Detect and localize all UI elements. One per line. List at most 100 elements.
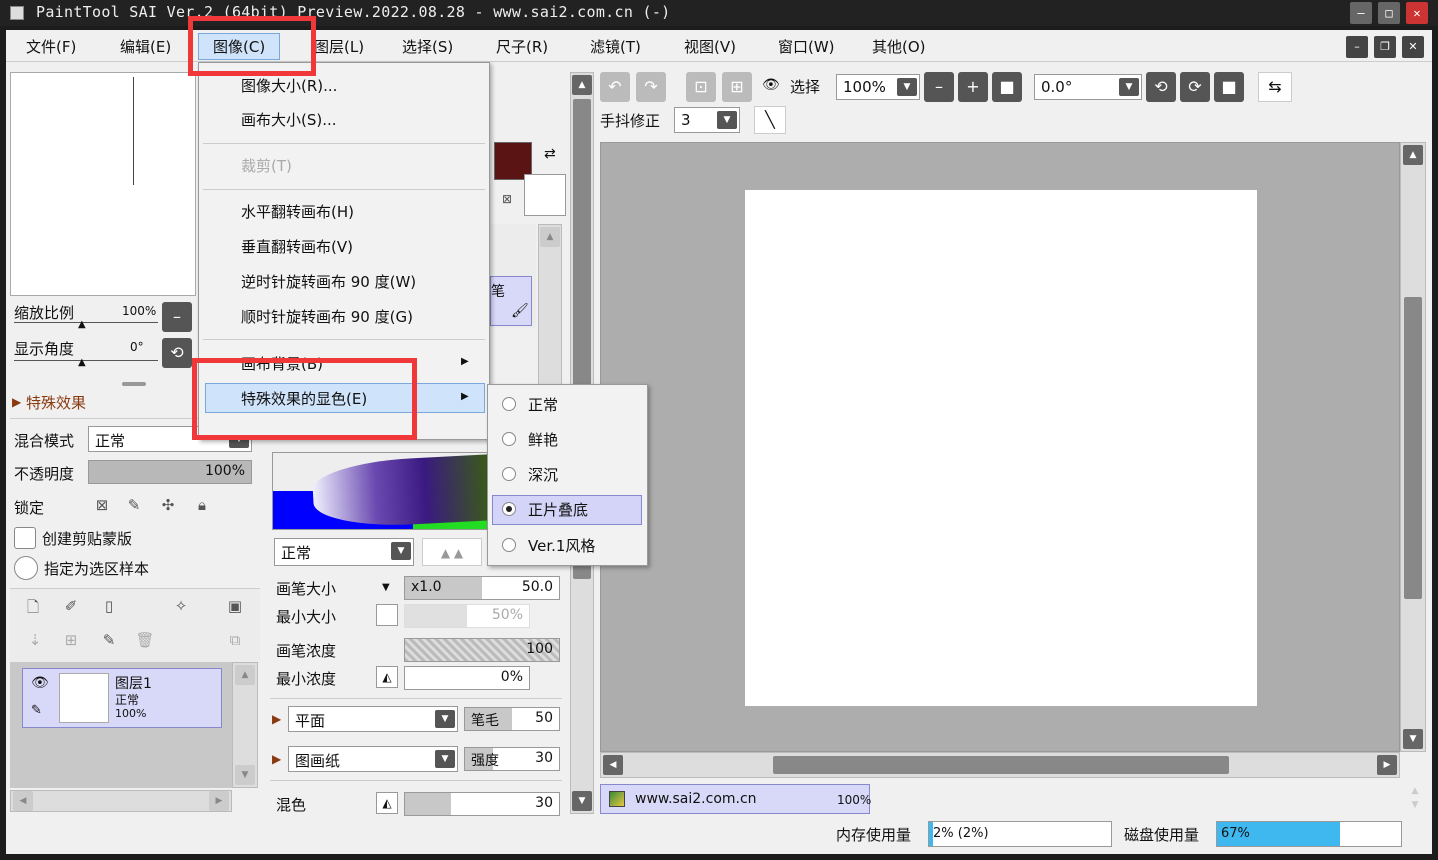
sample-radio[interactable] [14,556,38,580]
close-button[interactable]: ✕ [1406,2,1428,24]
mdi-minimize-button[interactable]: – [1346,36,1368,58]
lock-move-icon[interactable]: ✣ [154,496,182,514]
maximize-button[interactable]: □ [1378,2,1400,24]
new-linework-icon[interactable]: ✐ [60,597,82,615]
option-normal[interactable]: 正常 [528,394,558,415]
rotate-reset-button[interactable]: ■ [1214,72,1244,102]
zoom-select[interactable]: 100% ▼ [836,74,920,100]
scroll-left-button[interactable]: ◀ [13,791,33,811]
zoom-reset-button[interactable]: ■ [992,72,1022,102]
menu-window[interactable]: 窗口(W) [774,36,839,57]
menu-edit[interactable]: 编辑(E) [116,36,175,57]
pressure-icon[interactable]: ◭ [376,792,398,814]
clear-layer-icon[interactable]: ✎ [98,631,120,649]
scroll-up-button[interactable]: ▲ [572,75,592,95]
secondary-color-swatch[interactable] [524,174,566,216]
scroll-thumb[interactable] [1404,297,1422,599]
transparent-color-icon[interactable]: ⊠ [496,192,518,206]
selected-tool[interactable]: 笔 🖌︎ [490,276,532,326]
chevron-down-icon[interactable]: ▼ [382,582,390,593]
canvas-page[interactable] [745,190,1257,706]
invert-selection-button[interactable]: ⊞ [722,72,752,102]
menu-view[interactable]: 视图(V) [680,36,740,57]
color-mix-slider[interactable]: 30 [404,792,560,816]
angle-select[interactable]: 0.0° ▼ [1034,74,1142,100]
zoom-out-button[interactable]: – [162,302,192,332]
pressure-icon[interactable]: ◭ [376,666,398,688]
radio-vivid[interactable] [502,432,516,446]
option-ver1[interactable]: Ver.1风格 [528,535,595,556]
scroll-right-button[interactable]: ▶ [1377,755,1397,775]
min-size-slider[interactable]: 50% [404,604,530,628]
scroll-down-button[interactable]: ▼ [1403,729,1423,749]
menu-item-rotate-cw[interactable]: 顺时针旋转画布 90 度(G) [241,306,413,327]
undo-button[interactable]: ↶ [600,72,630,102]
new-layer-icon[interactable]: 🗋︎ [22,597,44,622]
radio-multiply[interactable] [502,502,516,516]
menu-item-flip-horizontal[interactable]: 水平翻转画布(H) [241,201,354,222]
mdi-close-button[interactable]: ✕ [1402,36,1424,58]
swap-colors-icon[interactable]: ⇄ [544,146,556,162]
redo-button[interactable]: ↷ [636,72,666,102]
menu-filter[interactable]: 滤镜(T) [586,36,645,57]
clip-checkbox[interactable] [14,527,36,549]
texture-select[interactable]: 图画纸 ▼ [288,746,458,772]
layer-effect-icon[interactable]: ✧ [170,597,192,615]
opacity-slider[interactable]: 100% [88,460,252,484]
strength-slider[interactable]: 强度 30 [464,747,560,771]
zoom-in-button[interactable]: + [958,72,988,102]
duplicate-icon[interactable]: ⊞ [60,631,82,649]
radio-ver1[interactable] [502,538,516,552]
min-size-checkbox[interactable] [376,604,398,626]
scroll-up-button[interactable]: ▲ [1403,145,1423,165]
deselect-button[interactable]: ⊡ [686,72,716,102]
expand-arrow-icon[interactable]: ▶ [272,752,281,766]
zoom-out-button[interactable]: – [924,72,954,102]
menu-item-image-size[interactable]: 图像大小(R)... [241,75,337,96]
scroll-right-button[interactable]: ▶ [209,791,229,811]
zoom-slider[interactable] [14,322,158,323]
line-tool-button[interactable]: ╲ [754,106,786,134]
lock-all-icon[interactable]: 🔒︎ [188,496,216,514]
menu-item-canvas-size[interactable]: 画布大小(S)... [241,109,337,130]
option-multiply[interactable]: 正片叠底 [528,499,588,520]
canvas-viewport[interactable] [600,142,1400,752]
canvas-vscrollbar[interactable]: ▲ ▼ [1400,142,1426,752]
lock-paint-icon[interactable]: ✎ [120,496,148,514]
delete-layer-icon[interactable]: 🗑︎ [134,631,156,649]
lock-transparency-icon[interactable]: ⊠ [88,496,116,514]
rotate-reset-button[interactable]: ⟲ [162,338,192,368]
density-slider[interactable]: 100 [404,638,560,662]
stabilizer-select[interactable]: 3 ▼ [674,107,740,133]
menu-select[interactable]: 选择(S) [398,36,457,57]
minimize-button[interactable]: – [1350,2,1372,24]
navigator-preview[interactable] [10,72,196,296]
tab-scroll-buttons[interactable]: ▲ ▼ [1404,784,1426,814]
expand-arrow-icon[interactable]: ▶ [12,395,21,409]
zoom-slider-handle[interactable]: ▲ [78,319,86,330]
eye-icon[interactable]: 👁︎ [762,77,780,93]
document-tab[interactable]: www.sai2.com.cn 100% [600,784,871,814]
angle-slider[interactable] [14,360,158,361]
menu-ruler[interactable]: 尺子(R) [492,36,552,57]
transfer-icon[interactable]: ⧉ [224,631,246,649]
menu-file[interactable]: 文件(F) [22,36,80,57]
angle-slider-handle[interactable]: ▲ [78,357,86,368]
min-density-slider[interactable]: 0% [404,666,530,690]
option-deep[interactable]: 深沉 [528,464,558,485]
layer-scrollbar[interactable]: ▲ ▼ [232,662,258,788]
radio-normal[interactable] [502,397,516,411]
scroll-left-button[interactable]: ◀ [603,755,623,775]
brush-mode-select[interactable]: 正常 ▼ [274,538,414,566]
menu-item-rotate-ccw[interactable]: 逆时针旋转画布 90 度(W) [241,271,416,292]
menu-other[interactable]: 其他(O) [868,36,930,57]
menu-layer[interactable]: 图层(L) [310,36,368,57]
expand-arrow-icon[interactable]: ▶ [272,712,281,726]
brush-shape-buttons[interactable]: ▲ ▲ [422,538,482,566]
brush-shape-select[interactable]: 平面 ▼ [288,706,458,732]
effects-header[interactable]: 特殊效果 [26,392,86,413]
option-vivid[interactable]: 鲜艳 [528,429,558,450]
radio-deep[interactable] [502,467,516,481]
scroll-down-button[interactable]: ▼ [235,765,255,785]
bristle-slider[interactable]: 笔毛 50 [464,707,560,731]
